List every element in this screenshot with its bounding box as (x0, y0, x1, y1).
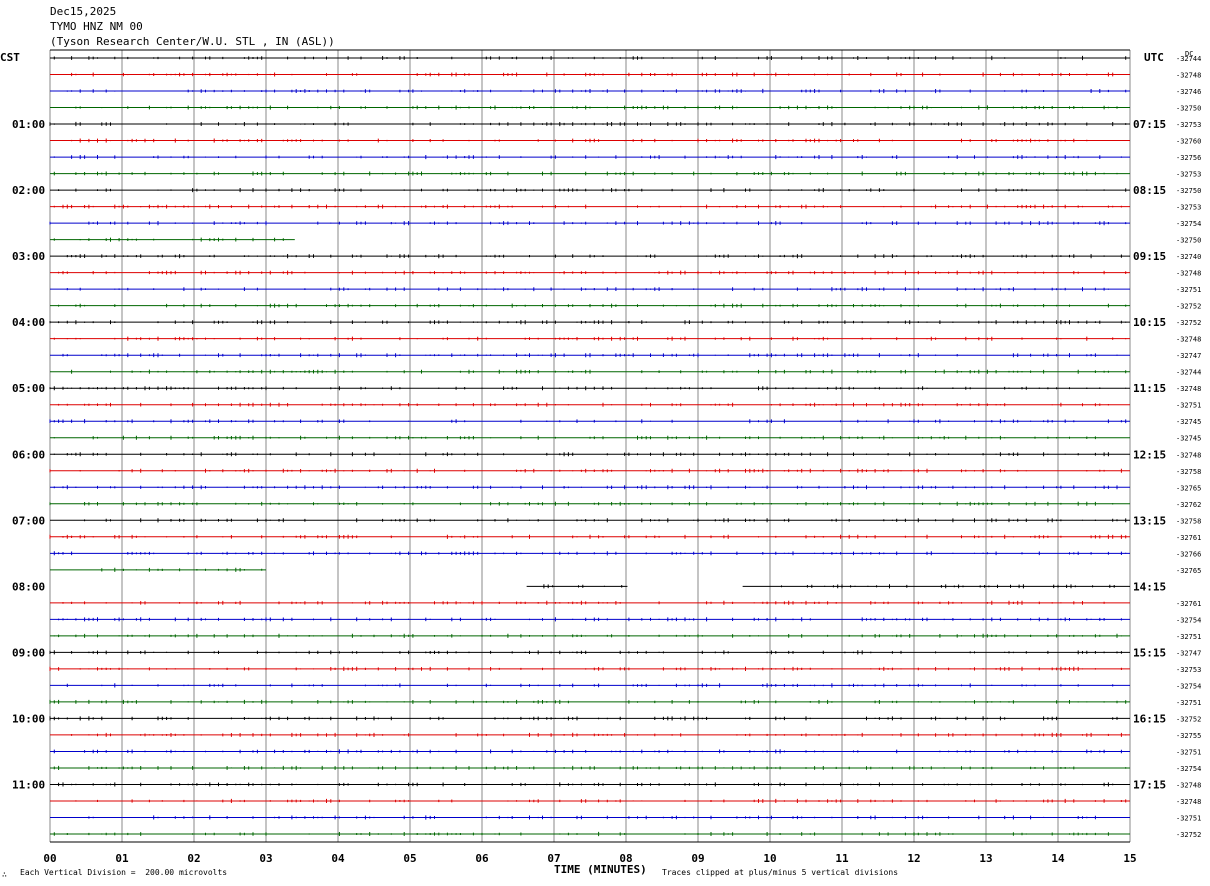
dc-offset-label: -32754 (1176, 765, 1201, 773)
corner-mark: ∴ (2, 870, 7, 879)
clip-note: Traces clipped at plus/minus 5 vertical … (662, 868, 899, 877)
dc-offset-label: -32753 (1176, 171, 1201, 179)
x-tick-label: 15 (1123, 852, 1136, 865)
x-tick-label: 12 (907, 852, 920, 865)
right-hour-label: 16:15 (1133, 712, 1166, 725)
dc-offset-label: -32752 (1176, 831, 1201, 839)
dc-offset-label: -32748 (1176, 385, 1201, 393)
dc-header-label: DC (1185, 50, 1193, 58)
dc-offset-label: -32761 (1176, 534, 1201, 542)
x-tick-label: 10 (763, 852, 776, 865)
dc-offset-label: -32766 (1176, 550, 1201, 558)
right-hour-label: 07:15 (1133, 118, 1166, 131)
dc-offset-label: -32755 (1176, 732, 1201, 740)
dc-offset-label: -32751 (1176, 286, 1201, 294)
x-tick-label: 00 (43, 852, 56, 865)
left-hour-label: 03:00 (12, 250, 45, 263)
dc-offset-label: -32753 (1176, 121, 1201, 129)
dc-offset-label: -32750 (1176, 187, 1201, 195)
dc-offset-label: -32747 (1176, 649, 1201, 657)
x-tick-label: 06 (475, 852, 489, 865)
right-hour-label: 17:15 (1133, 778, 1166, 791)
x-tick-label: 11 (835, 852, 849, 865)
dc-offset-label: -32751 (1176, 402, 1201, 410)
x-tick-label: 01 (115, 852, 129, 865)
dc-offset-label: -32754 (1176, 682, 1201, 690)
dc-offset-label: -32753 (1176, 666, 1201, 674)
dc-offset-label: -32752 (1176, 715, 1201, 723)
right-hour-label: 13:15 (1133, 514, 1166, 527)
right-hour-label: 14:15 (1133, 580, 1166, 593)
dc-offset-label: -32752 (1176, 319, 1201, 327)
right-hour-label: 08:15 (1133, 184, 1166, 197)
axis-labels: -32744 -32748 -32746 -32750 -32753 -32760 -327… (12, 50, 1201, 865)
dc-offset-label: -32765 (1176, 567, 1201, 575)
left-hour-label: 10:00 (12, 712, 45, 725)
dc-offset-label: -32758 (1176, 517, 1201, 525)
scale-note: Each Vertical Division = 200.00 microvol… (20, 868, 228, 877)
dc-offset-label: -32748 (1176, 451, 1201, 459)
dc-offset-label: -32756 (1176, 154, 1201, 162)
dc-offset-label: -32748 (1176, 798, 1201, 806)
left-hour-label: 01:00 (12, 118, 45, 131)
dc-offset-label: -32754 (1176, 616, 1201, 624)
seismic-traces (49, 55, 1130, 837)
dc-offset-label: -32748 (1176, 72, 1201, 80)
right-hour-label: 11:15 (1133, 382, 1166, 395)
left-hour-label: 08:00 (12, 580, 45, 593)
dc-offset-label: -32751 (1176, 699, 1201, 707)
right-hour-label: 10:15 (1133, 316, 1166, 329)
x-tick-label: 02 (187, 852, 200, 865)
dc-offset-label: -32745 (1176, 435, 1201, 443)
dc-offset-label: -32753 (1176, 204, 1201, 212)
dc-offset-label: -32740 (1176, 253, 1201, 261)
x-tick-label: 14 (1051, 852, 1065, 865)
x-tick-label: 03 (259, 852, 272, 865)
dc-offset-label: -32762 (1176, 501, 1201, 509)
helicorder-plot: -32744 -32748 -32746 -32750 -32753 -32760 -327… (12, 49, 1201, 865)
dc-offset-label: -32746 (1176, 88, 1201, 96)
right-hour-label: 09:15 (1133, 250, 1166, 263)
left-hour-label: 09:00 (12, 646, 45, 659)
dc-offset-label: -32744 (1176, 369, 1201, 377)
dc-offset-label: -32751 (1176, 748, 1201, 756)
dc-offset-label: -32765 (1176, 484, 1201, 492)
right-hour-label: 15:15 (1133, 646, 1166, 659)
left-hour-label: 02:00 (12, 184, 45, 197)
left-hour-label: 07:00 (12, 514, 45, 527)
grid-lines (49, 49, 1131, 843)
left-hour-label: 11:00 (12, 778, 45, 791)
dc-offset-label: -32754 (1176, 220, 1201, 228)
dc-offset-label: -32761 (1176, 600, 1201, 608)
x-tick-label: 13 (979, 852, 992, 865)
left-hour-label: 05:00 (12, 382, 45, 395)
dc-offset-label: -32750 (1176, 237, 1201, 245)
dc-offset-label: -32760 (1176, 138, 1201, 146)
dc-offset-label: -32751 (1176, 633, 1201, 641)
dc-offset-label: -32750 (1176, 105, 1201, 113)
dc-offset-label: -32747 (1176, 352, 1201, 360)
x-tick-label: 05 (403, 852, 416, 865)
left-hour-label: 04:00 (12, 316, 45, 329)
left-hour-label: 06:00 (12, 448, 45, 461)
x-tick-label: 09 (691, 852, 704, 865)
x-tick-label: 04 (331, 852, 345, 865)
x-axis-title: TIME (MINUTES) (554, 863, 647, 876)
dc-offset-label: -32748 (1176, 270, 1201, 278)
dc-offset-label: -32745 (1176, 418, 1201, 426)
dc-offset-label: -32748 (1176, 336, 1201, 344)
right-hour-label: 12:15 (1133, 448, 1166, 461)
dc-offset-label: -32751 (1176, 814, 1201, 822)
dc-offset-label: -32752 (1176, 303, 1201, 311)
dc-offset-label: -32748 (1176, 781, 1201, 789)
dc-offset-label: -32758 (1176, 468, 1201, 476)
